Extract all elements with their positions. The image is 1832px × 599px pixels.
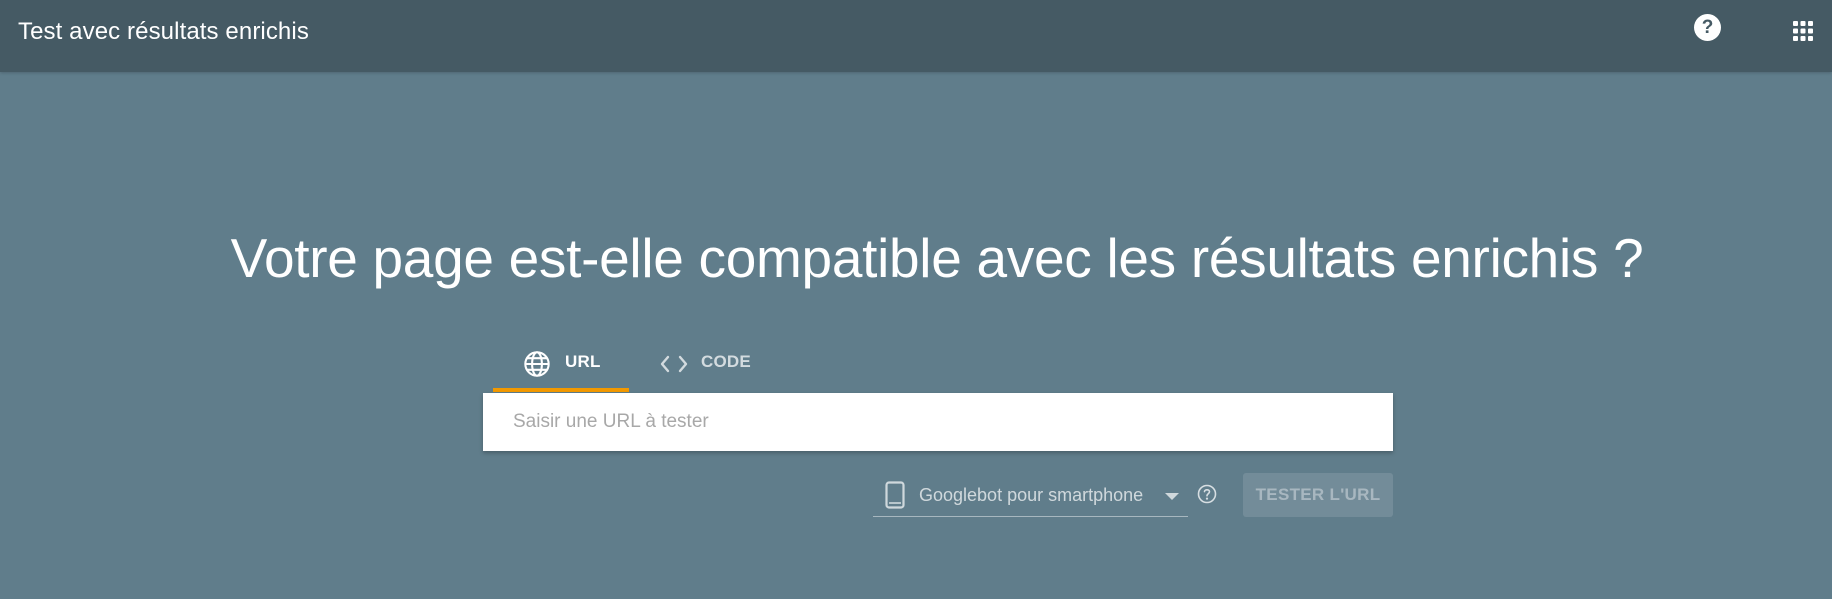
app-title: Test avec résultats enrichis	[18, 18, 309, 45]
top-app-bar: Test avec résultats enrichis ?	[0, 0, 1832, 72]
code-icon	[659, 352, 689, 381]
tab-code-label: CODE	[701, 352, 751, 371]
tab-url-label: URL	[565, 352, 601, 371]
tab-url[interactable]: URL	[493, 346, 629, 392]
url-input-container	[483, 393, 1393, 451]
user-agent-help-icon[interactable]	[1197, 484, 1217, 504]
chevron-down-icon	[1165, 493, 1179, 500]
globe-icon	[523, 350, 551, 383]
apps-grid-icon-graphic	[1793, 21, 1813, 41]
test-url-button[interactable]: TESTER L'URL	[1243, 473, 1393, 517]
apps-grid-icon[interactable]	[1792, 20, 1814, 42]
user-agent-select[interactable]: Googlebot pour smartphone	[873, 474, 1188, 517]
page-headline: Votre page est-elle compatible avec les …	[230, 227, 1644, 289]
url-input[interactable]	[483, 393, 1393, 451]
help-icon[interactable]: ?	[1694, 14, 1721, 41]
user-agent-value: Googlebot pour smartphone	[919, 485, 1144, 505]
smartphone-icon	[885, 481, 905, 514]
tab-code[interactable]: CODE	[655, 346, 765, 392]
